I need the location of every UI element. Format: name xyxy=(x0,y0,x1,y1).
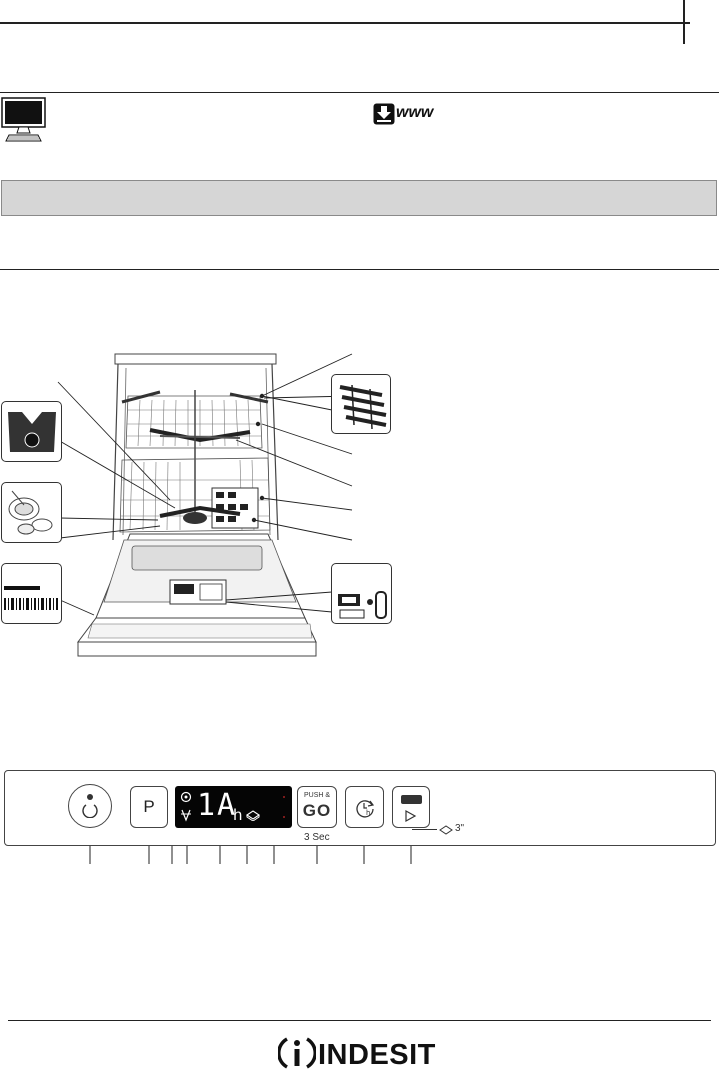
start-pause-button[interactable] xyxy=(392,786,430,828)
top-rule xyxy=(0,22,690,24)
www-label: www xyxy=(396,104,434,121)
tablet-hold-seconds: 3" xyxy=(455,823,465,834)
push-and-go-main-label: GO xyxy=(302,801,332,820)
display-indicator-dot xyxy=(283,796,285,798)
tablet-hold-leader xyxy=(412,829,437,830)
section-heading-bar xyxy=(1,180,717,216)
power-button[interactable] xyxy=(68,784,112,828)
tablet-icon xyxy=(245,808,261,826)
play-icon xyxy=(404,809,418,828)
status-display: 1A h xyxy=(175,786,292,828)
display-indicator-dot xyxy=(283,816,285,818)
start-led xyxy=(401,795,422,804)
brand-name: INDESIT xyxy=(318,1039,436,1071)
section-rule-2 xyxy=(0,269,719,270)
power-icon xyxy=(81,800,99,823)
detail-thumb-salt-cap xyxy=(1,401,62,462)
display-digits: 1A xyxy=(197,788,238,823)
top-rule-tick xyxy=(683,0,685,44)
program-button-label: P xyxy=(143,797,155,816)
monitor-icon xyxy=(1,97,46,143)
brand-logo-icon xyxy=(277,1033,317,1078)
display-unit: h xyxy=(233,806,243,824)
footer-rule xyxy=(8,1020,711,1021)
program-button[interactable]: P xyxy=(130,786,168,828)
delay-start-button[interactable]: h xyxy=(345,786,384,828)
detail-thumb-rating-label xyxy=(1,563,62,624)
download-icon xyxy=(373,103,395,125)
section-rule-1 xyxy=(0,92,719,93)
push-and-go-button[interactable]: PUSH & GO xyxy=(297,786,337,828)
detail-thumb-dispenser xyxy=(331,563,392,624)
panel-callout-lines xyxy=(0,846,719,866)
push-and-go-caption: 3 Sec xyxy=(304,832,330,843)
detail-thumb-filter xyxy=(1,482,62,543)
rinse-aid-icon xyxy=(180,808,192,827)
detail-thumb-cup-shelves xyxy=(331,374,391,434)
push-and-go-top-label: PUSH & xyxy=(303,792,331,799)
delay-clock-icon: h xyxy=(354,797,376,824)
svg-text:h: h xyxy=(366,809,370,817)
salt-icon xyxy=(180,790,192,808)
tablet-hold-icon xyxy=(438,823,454,841)
